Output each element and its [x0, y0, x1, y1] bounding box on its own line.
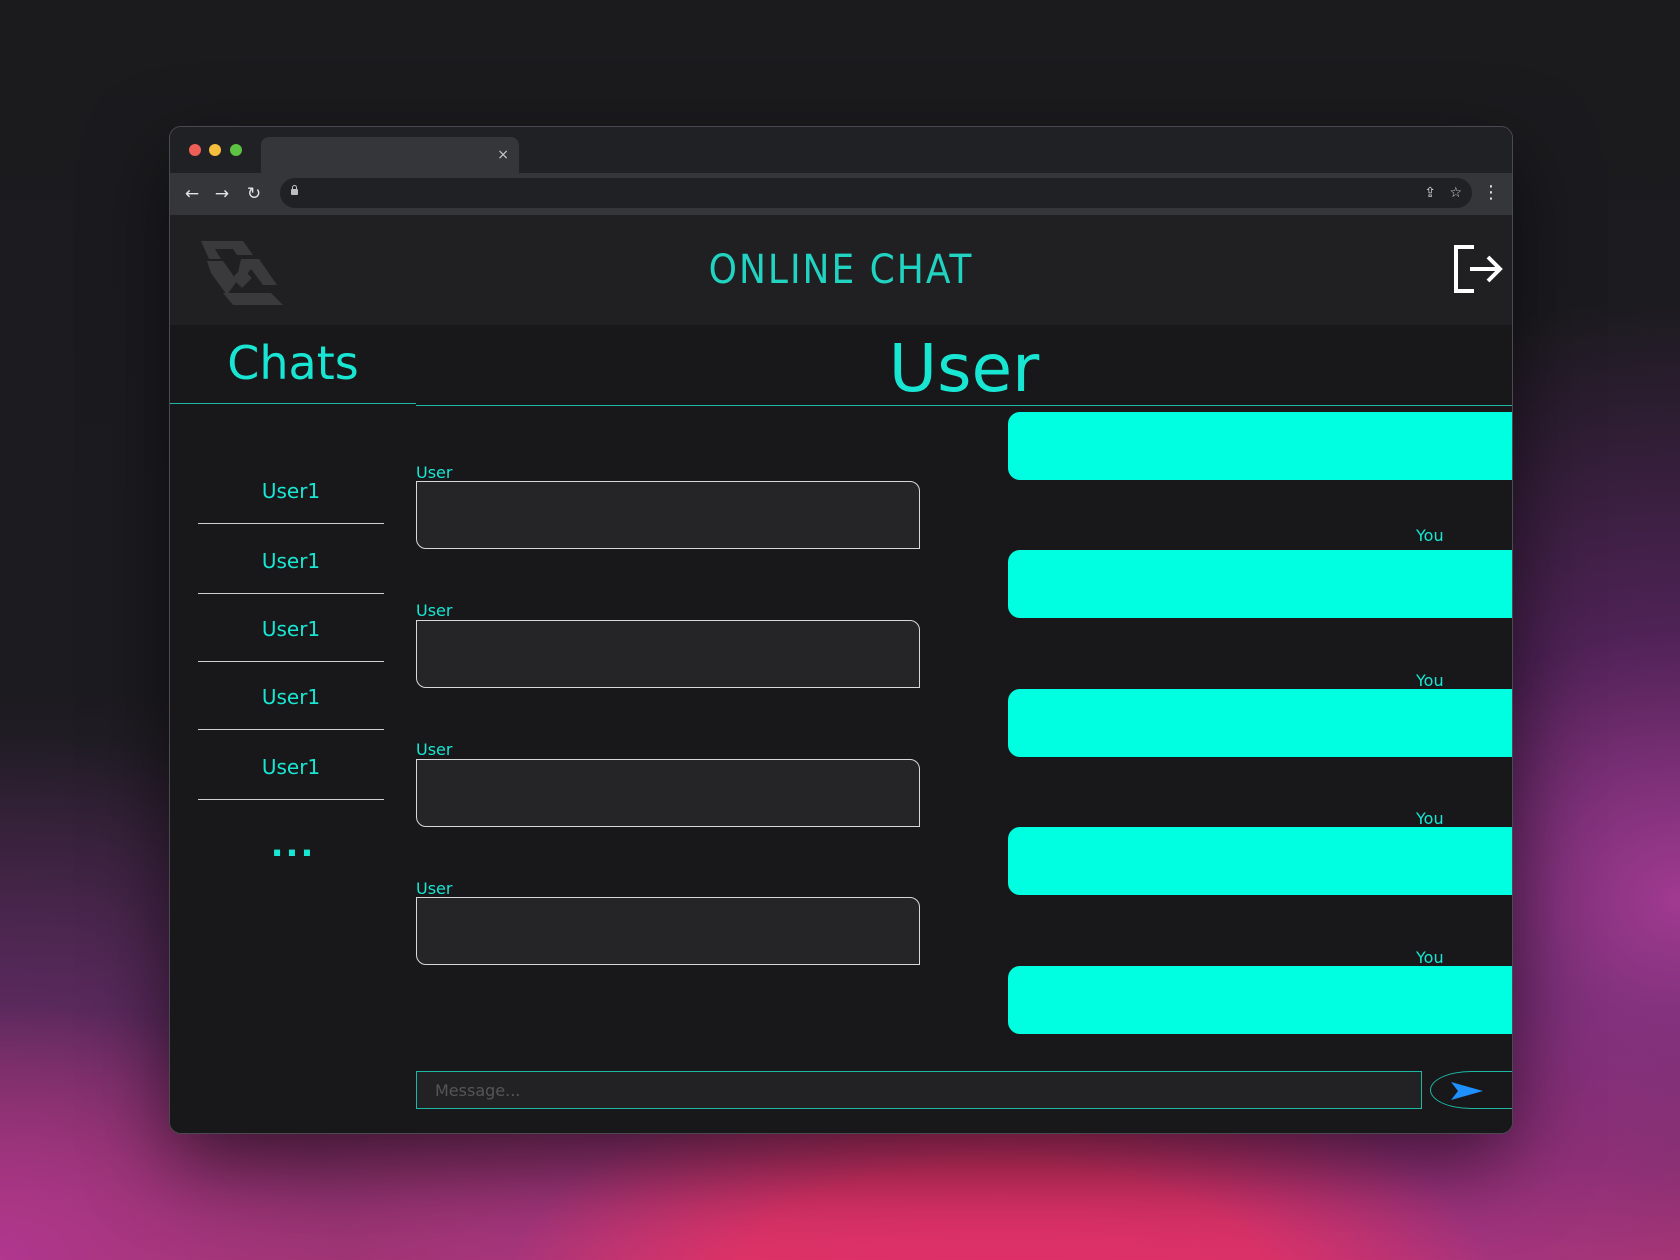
chat-list-item-label: User1	[261, 479, 321, 503]
outgoing-message-bubble	[1008, 827, 1512, 895]
incoming-sender-label: User	[416, 463, 453, 482]
browser-tab[interactable]: ×	[261, 137, 519, 173]
browser-window: × ← → ↻ ⇪ ☆ ⋮ ONLINE CHAT Chats User1 Us…	[169, 126, 1513, 1134]
browser-toolbar: ← → ↻ ⇪ ☆ ⋮	[170, 173, 1512, 215]
back-arrow-icon[interactable]: ←	[182, 184, 202, 204]
outgoing-message-bubble	[1008, 966, 1512, 1034]
share-icon[interactable]: ⇪	[1424, 184, 1436, 202]
incoming-sender-label: User	[416, 879, 453, 898]
send-button[interactable]	[1430, 1071, 1512, 1109]
bookmark-star-icon[interactable]: ☆	[1449, 184, 1462, 202]
outgoing-sender-label: You	[1416, 671, 1444, 690]
maximize-window-button[interactable]	[230, 144, 242, 156]
chat-list-item[interactable]: User1	[198, 597, 384, 662]
conversation-divider	[416, 405, 1512, 406]
logout-icon[interactable]	[1450, 241, 1506, 297]
chat-list-item-label: User1	[261, 755, 321, 779]
chat-list-item-label: User1	[261, 617, 321, 641]
app-header: ONLINE CHAT	[170, 215, 1512, 325]
reload-icon[interactable]: ↻	[244, 184, 264, 204]
incoming-message-bubble	[416, 897, 920, 965]
tab-close-icon[interactable]: ×	[497, 146, 509, 164]
conversation-title: User	[888, 330, 1040, 407]
outgoing-sender-label: You	[1416, 526, 1444, 545]
incoming-message-bubble	[416, 481, 920, 549]
conversation-panel: User You You You You User User User User	[416, 325, 1512, 1133]
lock-icon	[291, 185, 298, 195]
chat-list-item-label: User1	[261, 549, 321, 573]
chat-app: ONLINE CHAT Chats User1 User1 User1 User…	[170, 215, 1512, 1133]
outgoing-message-bubble	[1008, 689, 1512, 757]
address-bar[interactable]: ⇪ ☆	[280, 178, 1472, 208]
sidebar-divider	[170, 403, 416, 404]
app-title: ONLINE CHAT	[708, 247, 974, 293]
chats-title: Chats	[227, 336, 359, 390]
browser-tab-bar: ×	[170, 127, 1512, 173]
incoming-sender-label: User	[416, 601, 453, 620]
outgoing-sender-label: You	[1416, 948, 1444, 967]
incoming-message-bubble	[416, 620, 920, 688]
more-chats-button[interactable]: ...	[170, 825, 416, 865]
minimize-window-button[interactable]	[209, 144, 221, 156]
send-arrow-icon	[1451, 1082, 1483, 1100]
incoming-sender-label: User	[416, 740, 453, 759]
forward-arrow-icon[interactable]: →	[212, 184, 232, 204]
browser-menu-icon[interactable]: ⋮	[1482, 182, 1500, 204]
outgoing-message-bubble	[1008, 550, 1512, 618]
chat-list-item[interactable]: User1	[198, 735, 384, 800]
chats-sidebar: Chats User1 User1 User1 User1 User1 ...	[170, 325, 417, 1133]
chat-list-item[interactable]: User1	[198, 665, 384, 730]
message-composer	[416, 1071, 1422, 1109]
chat-list-item[interactable]: User1	[198, 459, 384, 524]
message-input[interactable]	[417, 1072, 1421, 1108]
chat-list-item[interactable]: User1	[198, 529, 384, 594]
outgoing-sender-label: You	[1416, 809, 1444, 828]
chat-list-item-label: User1	[261, 685, 321, 709]
incoming-message-bubble	[416, 759, 920, 827]
outgoing-message-bubble	[1008, 412, 1512, 480]
close-window-button[interactable]	[189, 144, 201, 156]
